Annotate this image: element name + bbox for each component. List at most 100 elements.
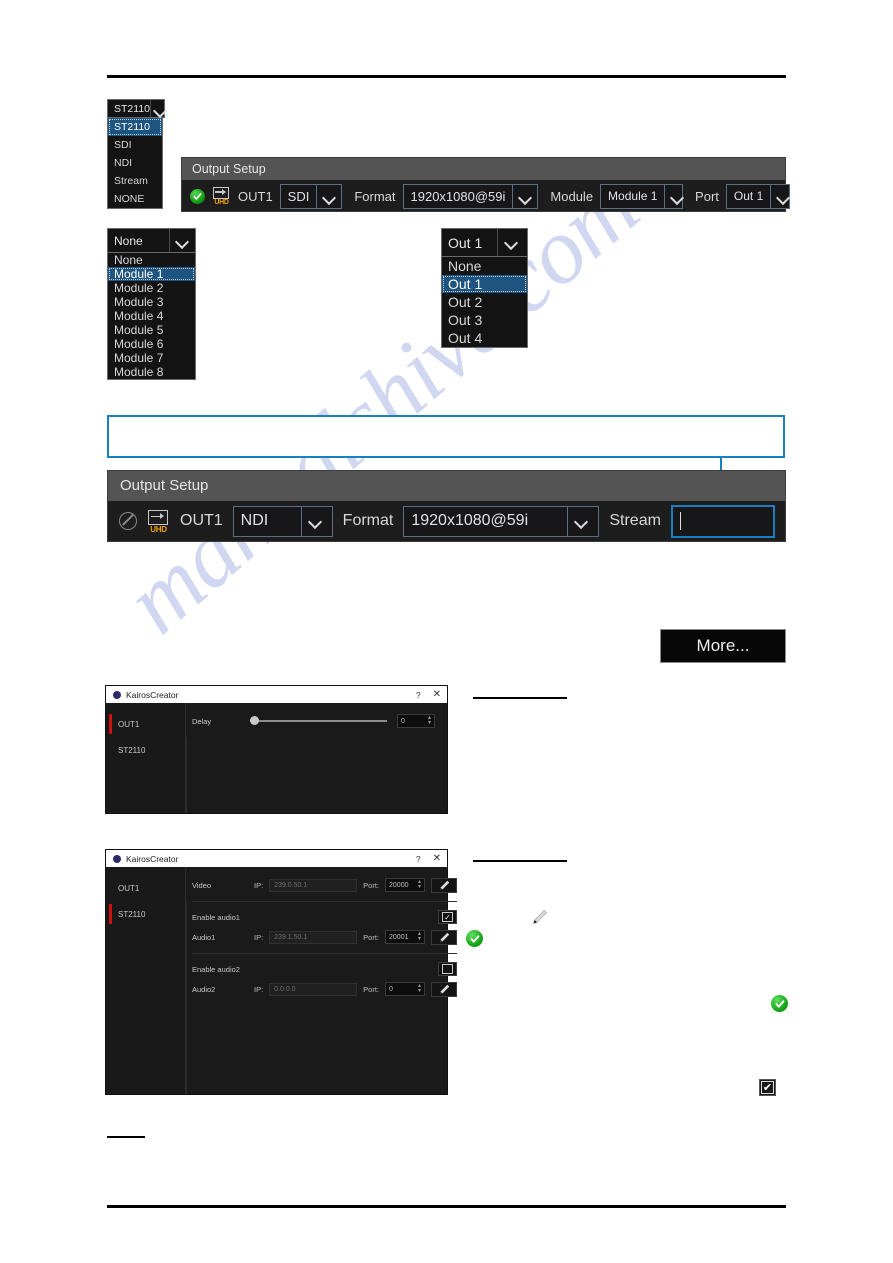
- port-dropdown-header[interactable]: Out 1: [441, 228, 528, 257]
- module-option-none[interactable]: None: [108, 253, 195, 267]
- chevron-down-icon[interactable]: [169, 229, 195, 252]
- video-ip-input[interactable]: 239.0.50.1: [269, 878, 358, 892]
- protocol-select-value: NDI: [240, 512, 269, 529]
- pen-icon[interactable]: [431, 877, 458, 893]
- port-select[interactable]: Out 1: [725, 183, 790, 209]
- chevron-down-icon[interactable]: [567, 506, 598, 536]
- side-nav-divider: [186, 737, 187, 813]
- protocol-option-st2110[interactable]: ST2110: [108, 118, 162, 136]
- stepper-arrows-icon[interactable]: ▴ ▾: [428, 715, 431, 726]
- delay-slider[interactable]: [250, 716, 387, 725]
- port-option-out1[interactable]: Out 1: [442, 275, 527, 293]
- callout-highlight-box: [107, 415, 785, 458]
- port-option-out2[interactable]: Out 2: [442, 293, 527, 311]
- chevron-down-icon[interactable]: [300, 506, 332, 536]
- disabled-ban-icon[interactable]: [119, 512, 137, 530]
- stream-name-input[interactable]: [670, 504, 775, 538]
- module-option-2[interactable]: Module 2: [108, 281, 195, 295]
- module-option-1[interactable]: Module 1: [108, 267, 195, 281]
- port-dropdown-open[interactable]: Out 1 None Out 1 Out 2 Out 3 Out 4: [441, 228, 528, 348]
- video-port-label: Port:: [363, 880, 380, 890]
- protocol-dropdown-header[interactable]: ST2110: [107, 99, 165, 118]
- audio2-port-stepper[interactable]: 0 ▴ ▾: [385, 982, 426, 996]
- delay-value-stepper[interactable]: 0 ▴ ▾: [397, 714, 435, 728]
- help-icon[interactable]: ?: [416, 690, 421, 700]
- protocol-option-none[interactable]: NONE: [108, 190, 162, 208]
- pen-icon[interactable]: [431, 981, 458, 997]
- module-option-7[interactable]: Module 7: [108, 351, 195, 365]
- audio1-label: Audio1: [192, 932, 216, 942]
- chevron-down-icon[interactable]: [664, 184, 689, 208]
- stream-label: Stream: [609, 512, 661, 529]
- port-dropdown-list[interactable]: None Out 1 Out 2 Out 3 Out 4: [441, 257, 528, 348]
- audio1-port-value: 20001: [389, 933, 409, 941]
- dialog-side-nav: OUT1 ST2110: [106, 867, 187, 1094]
- port-option-none[interactable]: None: [442, 257, 527, 275]
- port-option-out3[interactable]: Out 3: [442, 311, 527, 329]
- output-name-label: OUT1: [180, 512, 223, 529]
- format-select[interactable]: 1920x1080@59i: [402, 183, 539, 209]
- module-select[interactable]: Module 1: [600, 183, 684, 209]
- output-name-label: OUT1: [238, 188, 273, 204]
- port-dropdown-value: Out 1: [448, 234, 483, 251]
- module-dropdown-list[interactable]: None Module 1 Module 2 Module 3 Module 4…: [107, 253, 196, 380]
- audio1-ip-input[interactable]: 239.1.50.1: [269, 930, 358, 944]
- side-nav-item-out1[interactable]: OUT1: [106, 711, 185, 737]
- protocol-option-sdi[interactable]: SDI: [108, 136, 162, 154]
- audio1-port-stepper[interactable]: 20001 ▴ ▾: [385, 930, 426, 944]
- audio2-label: Audio2: [192, 984, 216, 994]
- protocol-select-ndi[interactable]: NDI: [232, 505, 333, 537]
- more-button[interactable]: More...: [660, 629, 786, 663]
- pen-icon[interactable]: [431, 929, 458, 945]
- inline-enabled-check-icon: [466, 930, 483, 947]
- close-icon[interactable]: ✕: [433, 689, 441, 700]
- dialog-titlebar[interactable]: KairosCreator ? ✕: [106, 686, 447, 703]
- module-option-3[interactable]: Module 3: [108, 295, 195, 309]
- video-port-stepper[interactable]: 20000 ▴ ▾: [385, 878, 426, 892]
- enabled-check-icon[interactable]: [190, 188, 205, 204]
- module-option-8[interactable]: Module 8: [108, 365, 195, 379]
- audio2-ip-input[interactable]: 0.0.0.0: [269, 982, 358, 996]
- stepper-arrows-icon[interactable]: ▴ ▾: [418, 983, 421, 994]
- side-nav-item-st2110[interactable]: ST2110: [106, 737, 185, 763]
- audio2-row: Audio2 IP: 0.0.0.0 Port: 0 ▴ ▾: [192, 979, 458, 999]
- module-label: Module: [550, 188, 594, 204]
- kairos-creator-st2110-dialog: KairosCreator ? ✕ OUT1 ST2110 Video IP: …: [105, 849, 458, 1095]
- stepper-arrows-icon[interactable]: ▴ ▾: [418, 931, 421, 942]
- chevron-down-icon[interactable]: [770, 184, 795, 208]
- chevron-down-icon[interactable]: [316, 184, 341, 208]
- close-icon[interactable]: ✕: [433, 853, 441, 864]
- checked-checkbox-icon: ✓: [442, 912, 454, 922]
- enable-audio1-label: Enable audio1: [192, 912, 240, 922]
- protocol-option-ndi[interactable]: NDI: [108, 154, 162, 172]
- module-option-4[interactable]: Module 4: [108, 309, 195, 323]
- uhd-icon[interactable]: UHD: [212, 186, 231, 206]
- protocol-dropdown-open[interactable]: ST2110 ST2110 SDI NDI Stream NONE: [107, 99, 165, 209]
- protocol-select-sdi[interactable]: SDI: [279, 183, 343, 209]
- module-option-5[interactable]: Module 5: [108, 323, 195, 337]
- format-select[interactable]: 1920x1080@59i: [403, 505, 600, 537]
- side-nav-item-out1[interactable]: OUT1: [106, 875, 185, 901]
- protocol-dropdown-list[interactable]: ST2110 SDI NDI Stream NONE: [107, 118, 163, 209]
- port-option-out4[interactable]: Out 4: [442, 329, 527, 347]
- protocol-option-stream[interactable]: Stream: [108, 172, 162, 190]
- app-logo-icon: [113, 854, 121, 863]
- module-option-6[interactable]: Module 6: [108, 337, 195, 351]
- chevron-down-icon[interactable]: [512, 184, 537, 208]
- chevron-down-icon[interactable]: [150, 100, 168, 117]
- module-dropdown-header[interactable]: None: [107, 228, 196, 253]
- help-icon[interactable]: ?: [416, 854, 421, 864]
- protocol-dropdown-value: ST2110: [114, 102, 150, 115]
- audio2-ip-label: IP:: [254, 984, 264, 994]
- delay-slider-handle[interactable]: [250, 716, 259, 725]
- enable-audio1-checkbox[interactable]: ✓: [438, 910, 458, 924]
- enable-audio2-checkbox[interactable]: [438, 962, 458, 976]
- dialog-titlebar[interactable]: KairosCreator ? ✕: [106, 850, 447, 867]
- chevron-down-icon[interactable]: [497, 229, 527, 256]
- module-dropdown-open[interactable]: None None Module 1 Module 2 Module 3 Mod…: [107, 228, 196, 380]
- uhd-icon[interactable]: UHD: [147, 509, 170, 533]
- output-setup-sdi-title: Output Setup: [182, 158, 785, 180]
- stepper-arrows-icon[interactable]: ▴ ▾: [418, 879, 421, 890]
- side-nav-item-st2110[interactable]: ST2110: [106, 901, 185, 927]
- annotation-rule-2: [473, 860, 567, 862]
